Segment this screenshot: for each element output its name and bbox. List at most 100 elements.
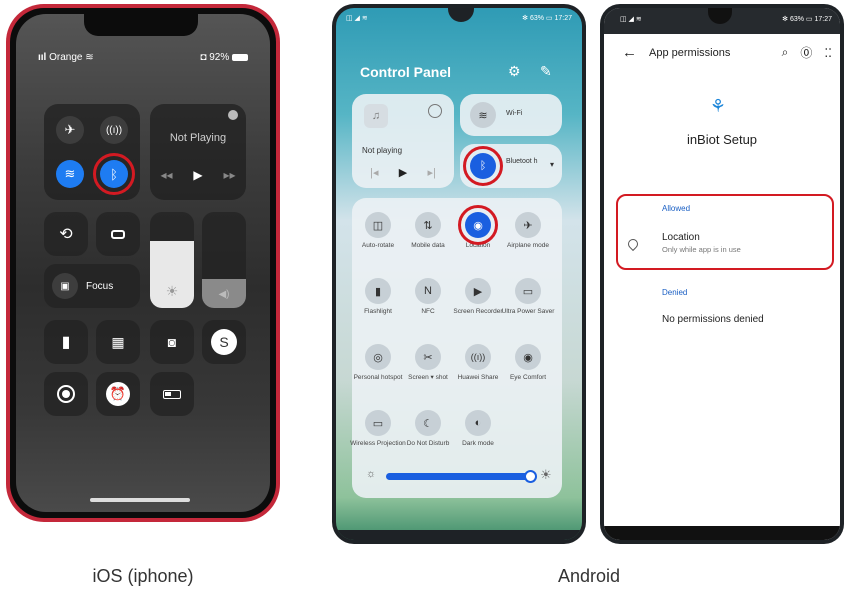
rotate-icon[interactable]: ◫ bbox=[365, 212, 391, 238]
airplane-icon[interactable]: ✈ bbox=[515, 212, 541, 238]
shazam-icon[interactable]: S bbox=[202, 320, 246, 364]
ios-notch bbox=[84, 14, 198, 36]
airplane-icon[interactable]: ✈ bbox=[56, 116, 84, 144]
iphone-bezel: ııl Orange ≋ ◘ 92% ✈ ((ı)) ≋ ᛒ Not Playi… bbox=[10, 8, 276, 518]
inbiot-logo-icon: ⚘ bbox=[709, 96, 727, 116]
speaker-icon: ◀) bbox=[218, 289, 230, 300]
volume-slider[interactable]: ◀) bbox=[202, 212, 246, 308]
play-track-icon[interactable]: ▶ bbox=[399, 166, 407, 179]
android-battery-time: ✻ 63% ▭ 17:27 bbox=[522, 15, 572, 22]
permissions-battery-time: ✻ 63% ▭ 17:27 bbox=[782, 16, 832, 23]
sun-icon: ☀ bbox=[165, 283, 179, 299]
app-name: inBiot Setup bbox=[686, 132, 758, 147]
prev-track-icon[interactable]: |◂ bbox=[370, 166, 378, 179]
now-playing-label: Not Playing bbox=[169, 132, 227, 144]
rotation-lock-icon[interactable]: ⟲ bbox=[44, 212, 88, 256]
ios-now-playing-tile: Not Playing ◂◂ ▶ ▸▸ bbox=[150, 104, 246, 200]
calculator-icon[interactable]: ▦ bbox=[96, 320, 140, 364]
permissions-app-bar: ← App permissions ⌕ ⓪ ⁚⁚ bbox=[622, 44, 832, 61]
focus-label: Focus bbox=[86, 280, 114, 292]
battery-saver-icon[interactable]: ▭ bbox=[515, 278, 541, 304]
permissions-title: App permissions bbox=[649, 46, 731, 59]
next-icon[interactable]: ▸▸ bbox=[224, 168, 236, 182]
alarm-icon[interactable]: ⏰ bbox=[96, 372, 140, 416]
media-card: ♫ Not playing |◂ ▶ ▸| bbox=[352, 94, 454, 188]
control-panel-title: Control Panel bbox=[360, 64, 452, 80]
play-icon[interactable]: ▶ bbox=[193, 168, 202, 182]
music-note-icon: ♫ bbox=[364, 104, 388, 128]
screen-recorder-icon[interactable]: ▶ bbox=[465, 278, 491, 304]
ios-media-controls: ◂◂ ▶ ▸▸ bbox=[150, 168, 246, 182]
brightness-high-icon: ☀ bbox=[540, 467, 552, 482]
ios-home-indicator bbox=[90, 498, 190, 502]
tile-label: Ultra Power Saver bbox=[501, 308, 555, 315]
android-network-status: ◫ ◢ ≋ bbox=[346, 15, 368, 22]
permissions-bottom-bar bbox=[604, 526, 840, 540]
wifi-card[interactable]: ≋ Wi-Fi bbox=[460, 94, 562, 136]
tile-label: Screen ▾ shot bbox=[408, 374, 448, 381]
bluetooth-label: Bluetoot h bbox=[506, 158, 538, 165]
app-permissions-screen: ◫ ◢ ≋ ✻ 63% ▭ 17:27 ← App permissions ⌕ … bbox=[604, 8, 840, 540]
tile-label: Wireless Projection bbox=[350, 440, 406, 447]
back-arrow-icon[interactable]: ← bbox=[622, 44, 637, 61]
cellular-icon[interactable]: ((ı)) bbox=[100, 116, 128, 144]
wifi-label: Wi-Fi bbox=[506, 110, 523, 117]
airplay-icon[interactable] bbox=[228, 110, 238, 120]
brightness-low-icon: ☼ bbox=[366, 468, 377, 480]
help-icon[interactable]: ⓪ bbox=[800, 44, 812, 61]
next-track-icon[interactable]: ▸| bbox=[427, 166, 435, 179]
focus-button[interactable]: ▣ Focus bbox=[44, 264, 140, 308]
edit-icon[interactable]: ✎ bbox=[540, 63, 552, 80]
bluetooth-card[interactable]: ᛒ Bluetoot h ▾ bbox=[460, 144, 562, 188]
eye-icon[interactable]: ◉ bbox=[515, 344, 541, 370]
android-control-panel-phone: ◫ ◢ ≋ ✻ 63% ▭ 17:27 Control Panel ⚙ ✎ ♫ … bbox=[332, 4, 586, 544]
projection-icon[interactable]: ▭ bbox=[365, 410, 391, 436]
denied-empty-text: No permissions denied bbox=[662, 314, 764, 325]
permissions-network-status: ◫ ◢ ≋ bbox=[620, 16, 642, 23]
screen-mirroring-icon[interactable] bbox=[96, 212, 140, 256]
search-icon[interactable]: ⌕ bbox=[782, 45, 789, 60]
hotspot-icon[interactable]: ◎ bbox=[365, 344, 391, 370]
denied-header: Denied bbox=[662, 288, 688, 297]
flashlight-icon[interactable]: ▮ bbox=[44, 320, 88, 364]
bluetooth-highlight-ring bbox=[93, 153, 135, 195]
audio-output-icon[interactable] bbox=[428, 104, 442, 118]
more-options-icon[interactable]: ⁚⁚ bbox=[824, 46, 832, 60]
tile-label: Personal hotspot bbox=[353, 374, 403, 381]
wifi-icon[interactable]: ≋ bbox=[56, 160, 84, 188]
ios-connectivity-tile: ✈ ((ı)) ≋ ᛒ bbox=[44, 104, 140, 200]
location-highlight-ring bbox=[458, 205, 498, 245]
share-icon[interactable]: ((ı)) bbox=[465, 344, 491, 370]
camera-icon[interactable]: ◙ bbox=[150, 320, 194, 364]
brightness-knob[interactable] bbox=[524, 470, 537, 483]
brightness-slider[interactable]: ☀ bbox=[150, 212, 194, 308]
screenshot-icon[interactable]: ✂ bbox=[415, 344, 441, 370]
wifi-toggle-icon[interactable]: ≋ bbox=[470, 102, 496, 128]
media-status-label: Not playing bbox=[362, 146, 403, 155]
tile-label: Screen Recorder bbox=[453, 308, 503, 315]
android-control-panel: ◫ ◢ ≋ ✻ 63% ▭ 17:27 Control Panel ⚙ ✎ ♫ … bbox=[336, 8, 582, 540]
nfc-icon[interactable]: N bbox=[415, 278, 441, 304]
moon-icon[interactable]: ☾ bbox=[415, 410, 441, 436]
tile-label: Dark mode bbox=[462, 440, 494, 447]
tile-label: Flashlight bbox=[364, 308, 392, 315]
flashlight-icon[interactable]: ▮ bbox=[365, 278, 391, 304]
android-bottom-bar bbox=[336, 530, 582, 540]
chevron-down-icon[interactable]: ▾ bbox=[550, 160, 554, 169]
tile-label: Eye Comfort bbox=[509, 374, 547, 381]
iphone-frame: ııl Orange ≋ ◘ 92% ✈ ((ı)) ≋ ᛒ Not Playi… bbox=[6, 4, 280, 522]
tile-label: NFC bbox=[421, 308, 435, 315]
dark-mode-icon[interactable]: ◐ bbox=[465, 410, 491, 436]
ios-status-bar: ııl Orange ≋ ◘ 92% bbox=[38, 52, 248, 63]
android-caption: Android bbox=[557, 566, 621, 586]
android-media-controls: |◂ ▶ ▸| bbox=[360, 166, 446, 179]
low-power-icon[interactable] bbox=[150, 372, 194, 416]
mobile-data-icon[interactable]: ⇅ bbox=[415, 212, 441, 238]
tile-label: Auto-rotate bbox=[361, 242, 395, 249]
settings-icon[interactable]: ⚙ bbox=[508, 63, 521, 80]
tile-label: Airplane mode bbox=[507, 242, 549, 249]
previous-icon[interactable]: ◂◂ bbox=[160, 168, 172, 182]
screen-record-icon[interactable] bbox=[44, 372, 88, 416]
brightness-slider[interactable] bbox=[386, 470, 537, 483]
quick-settings-grid: ◫ Auto-rotate ⇅ Mobile data ◉ Location ✈… bbox=[350, 198, 562, 498]
